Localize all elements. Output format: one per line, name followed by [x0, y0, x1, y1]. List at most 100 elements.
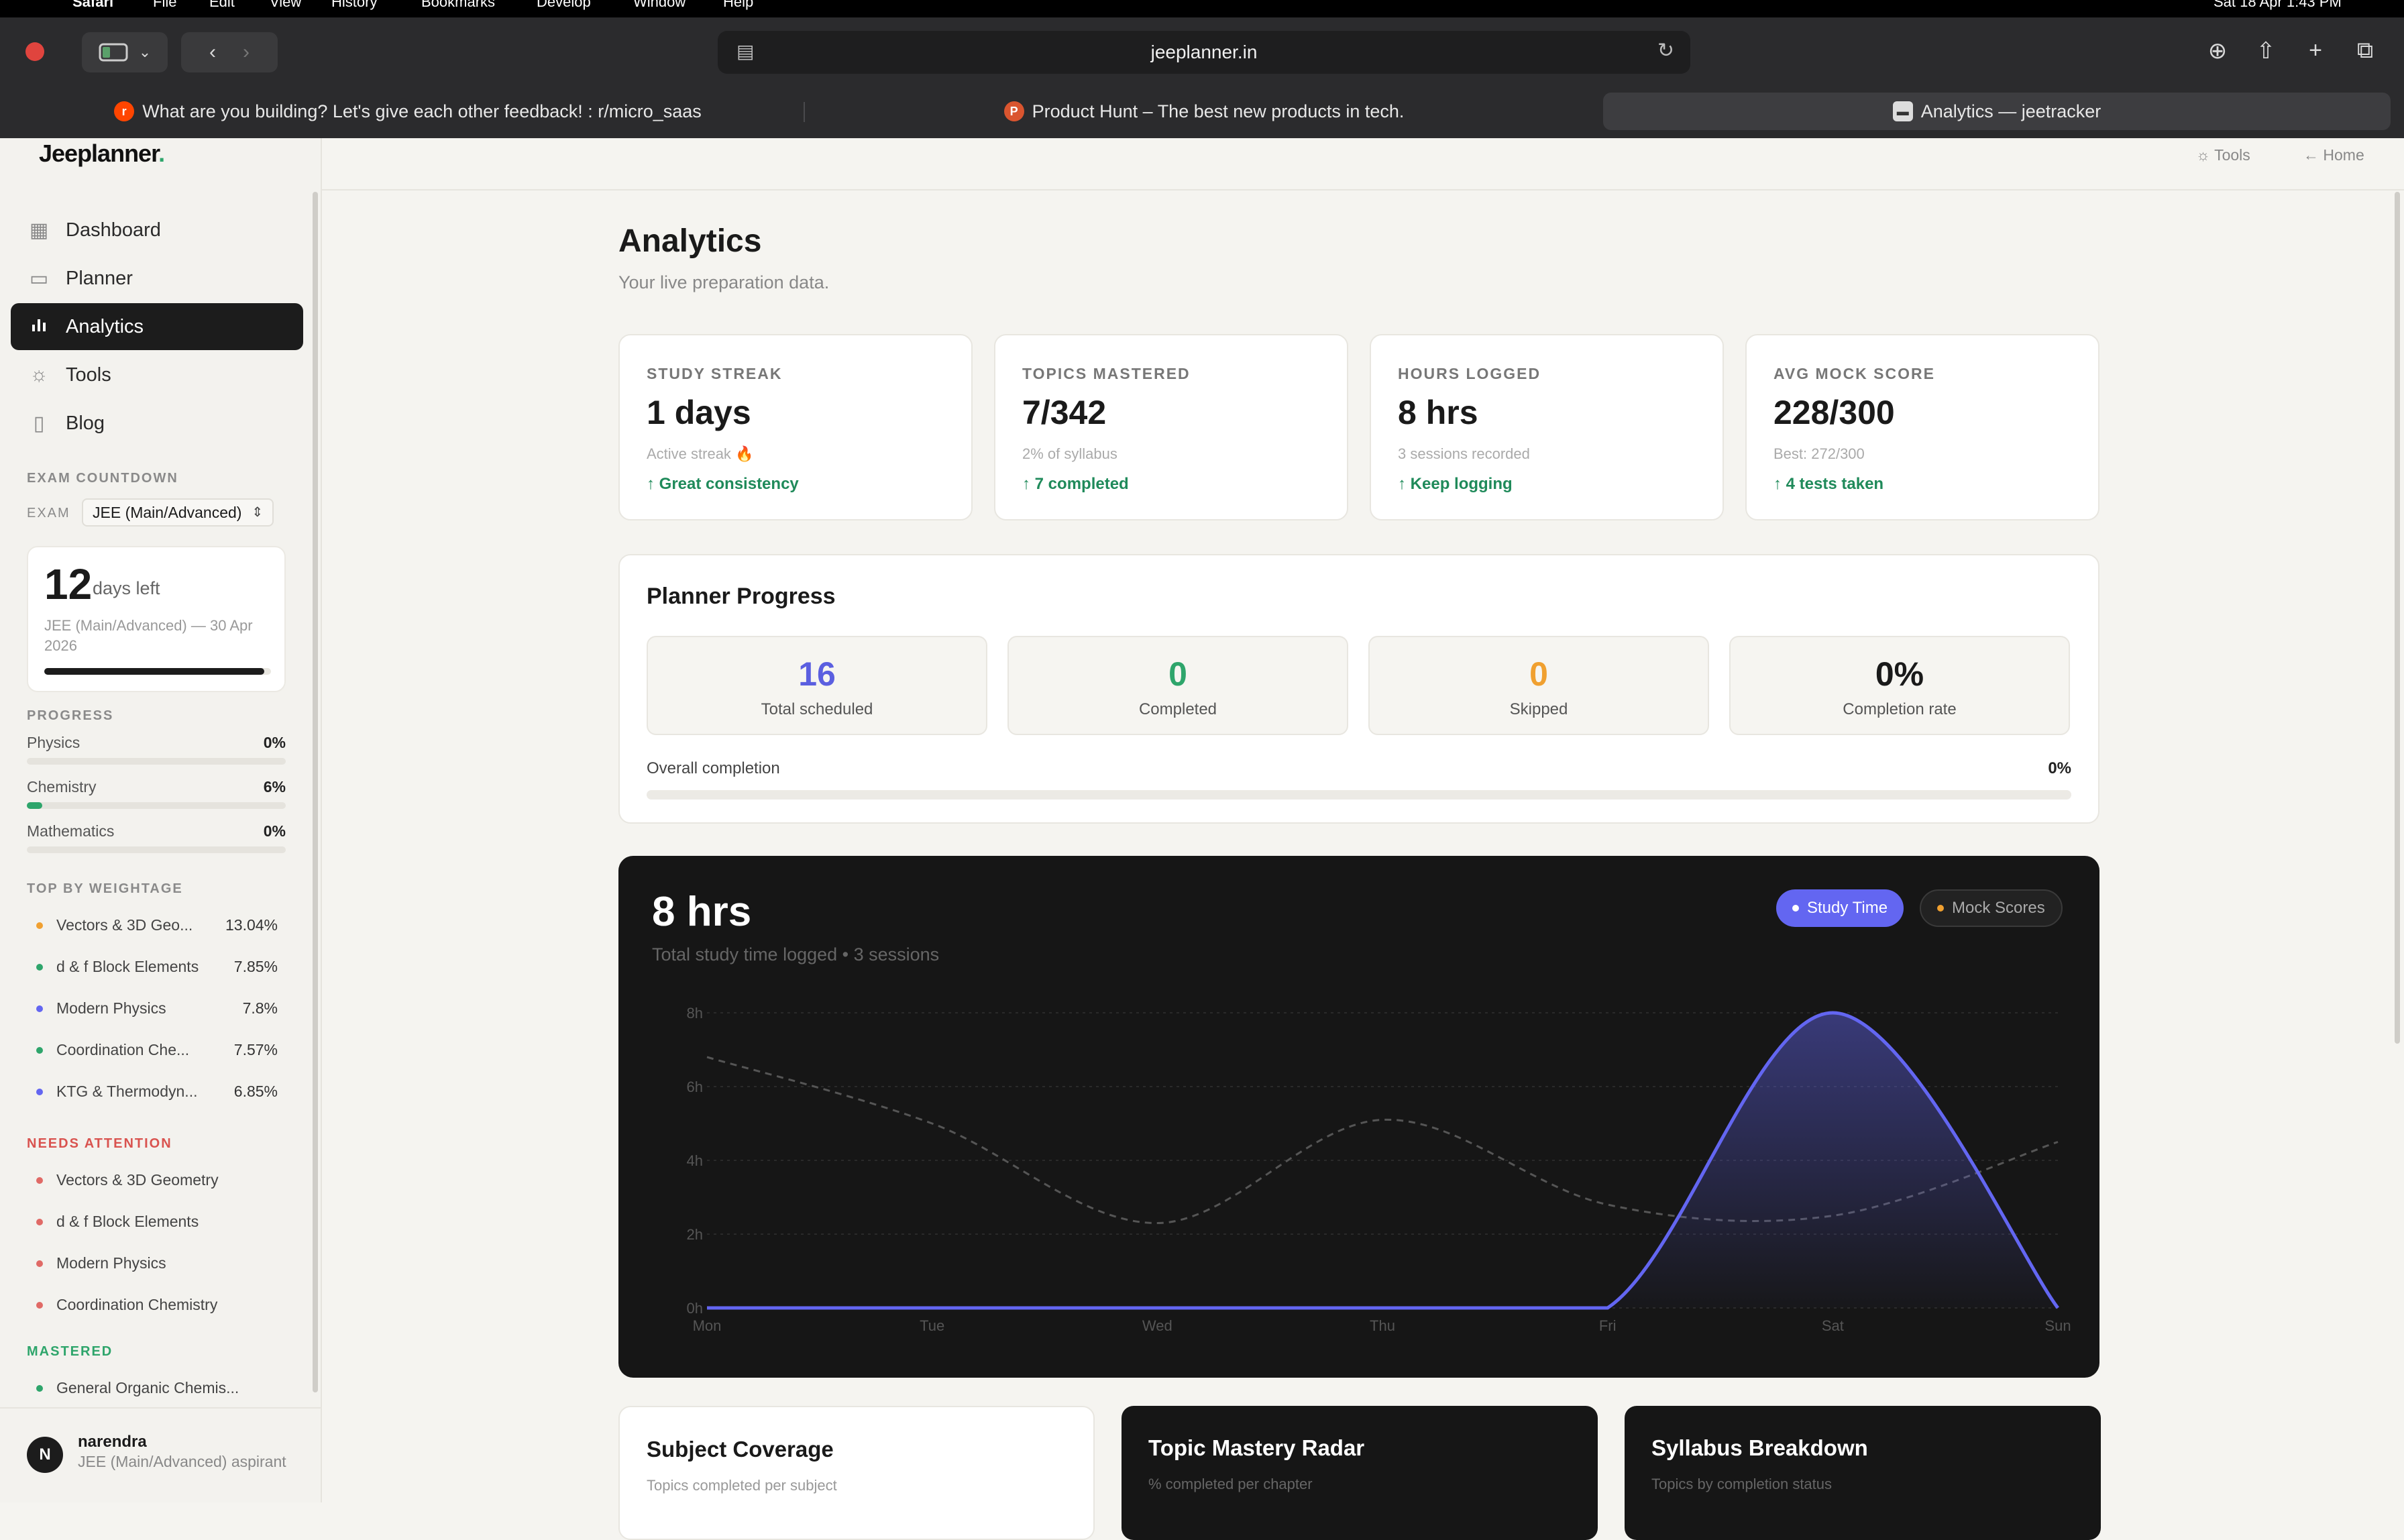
browser-toolbar: ⌄ ‹ › ▤ jeeplanner.in ↻ ⊕ ⇧ + ⧉	[0, 17, 2404, 87]
calendar-icon: ▭	[29, 267, 49, 290]
weightage-value: 13.04%	[225, 916, 278, 934]
sidebar-scrollbar[interactable]	[313, 192, 318, 1392]
updown-chevron-icon: ⇕	[252, 505, 263, 520]
bullet	[36, 1005, 43, 1012]
main-scrollbar[interactable]	[2395, 192, 2400, 1044]
planner-box-value: 0	[1168, 655, 1187, 693]
tab-reddit[interactable]: r What are you building? Let's give each…	[12, 93, 804, 130]
x-tick-label: Tue	[920, 1317, 944, 1334]
forward-icon[interactable]: ›	[243, 41, 250, 64]
y-tick-label: 0h	[687, 1300, 703, 1317]
page: Jeeplanner. ▦ Dashboard ▭ Planner Analyt…	[0, 138, 2404, 1540]
sidebar-item-tools[interactable]: ☼ Tools	[11, 351, 303, 398]
address-bar[interactable]: ▤ jeeplanner.in ↻	[718, 31, 1690, 74]
user-profile[interactable]: N narendra JEE (Main/Advanced) aspirant	[0, 1407, 321, 1502]
attention-item[interactable]: Modern Physics	[36, 1254, 278, 1272]
menu-develop[interactable]: Develop	[537, 0, 591, 11]
planner-box-label: Total scheduled	[761, 700, 873, 718]
tools-link[interactable]: ☼ Tools	[2196, 146, 2250, 164]
weightage-value: 6.85%	[233, 1083, 278, 1100]
tab-bar: r What are you building? Let's give each…	[0, 87, 2404, 138]
attention-item[interactable]: Coordination Chemistry	[36, 1296, 278, 1314]
sun-icon: ☼	[30, 364, 48, 386]
weightage-value: 7.85%	[233, 958, 278, 975]
weightage-heading: TOP BY WEIGHTAGE	[27, 881, 183, 896]
needs-attention-heading: NEEDS ATTENTION	[27, 1136, 172, 1151]
menu-window[interactable]: Window	[633, 0, 686, 11]
browser-chrome: ⌄ ‹ › ▤ jeeplanner.in ↻ ⊕ ⇧ + ⧉ r What a…	[0, 17, 2404, 138]
logo-dot: .	[158, 140, 165, 167]
sidebar-icon	[99, 43, 128, 62]
close-window-button[interactable]	[25, 42, 44, 61]
tools-link-label: Tools	[2214, 146, 2250, 164]
menu-app[interactable]: Safari	[72, 0, 113, 11]
downloads-icon[interactable]: ⊕	[2203, 38, 2232, 64]
menu-file[interactable]: File	[153, 0, 176, 11]
back-icon[interactable]: ‹	[209, 41, 216, 64]
tab-separator	[804, 102, 805, 122]
mastered-name: General Organic Chemis...	[56, 1379, 239, 1396]
mastered-item[interactable]: General Organic Chemis...	[36, 1379, 278, 1397]
countdown-subtitle: JEE (Main/Advanced) — 30 Apr 2026	[44, 617, 253, 654]
reload-icon[interactable]: ↻	[1657, 39, 1674, 62]
page-title: Analytics	[618, 223, 762, 259]
card-subtitle: Topics by completion status	[1651, 1476, 1833, 1492]
weightage-item[interactable]: Modern Physics 7.8%	[36, 999, 278, 1018]
progress-name: Chemistry	[27, 778, 97, 795]
sidebar-item-dashboard[interactable]: ▦ Dashboard	[11, 207, 303, 254]
planner-box-label: Skipped	[1509, 700, 1568, 718]
logo[interactable]: Jeeplanner.	[39, 140, 165, 168]
weightage-item[interactable]: d & f Block Elements 7.85%	[36, 958, 278, 976]
home-link[interactable]: ← Home	[2303, 146, 2364, 164]
sidebar-item-blog[interactable]: ▯ Blog	[11, 400, 303, 447]
url-text: jeeplanner.in	[1150, 42, 1258, 62]
card-title: Subject Coverage	[647, 1437, 834, 1462]
page-settings-icon[interactable]: ▤	[736, 40, 754, 62]
menu-help[interactable]: Help	[723, 0, 753, 11]
attention-name: Vectors & 3D Geometry	[56, 1171, 219, 1189]
planner-box-value: 0	[1529, 655, 1548, 693]
sidebar-item-label: Blog	[66, 412, 105, 434]
user-subtitle: JEE (Main/Advanced) aspirant	[78, 1453, 286, 1470]
stat-value: 7/342	[1022, 394, 1107, 431]
sidebar-item-planner[interactable]: ▭ Planner	[11, 255, 303, 302]
exam-select[interactable]: JEE (Main/Advanced) ⇕	[82, 498, 274, 527]
sidebar-item-label: Planner	[66, 267, 133, 289]
x-tick-label: Sat	[1822, 1317, 1844, 1334]
tab-producthunt[interactable]: P Product Hunt – The best new products i…	[812, 93, 1596, 130]
sidebar-item-label: Tools	[66, 364, 111, 386]
study-time-chart-card: 8 hrs Total study time logged • 3 sessio…	[618, 856, 2099, 1378]
tab-analytics[interactable]: ▬ Analytics — jeetracker	[1603, 93, 2391, 130]
attention-item[interactable]: d & f Block Elements	[36, 1213, 278, 1231]
attention-item[interactable]: Vectors & 3D Geometry	[36, 1171, 278, 1189]
planner-box-rate: 0% Completion rate	[1729, 636, 2070, 735]
menu-edit[interactable]: Edit	[209, 0, 235, 11]
menu-view[interactable]: View	[270, 0, 301, 11]
weightage-value: 7.8%	[242, 999, 278, 1017]
stat-sub: 3 sessions recorded	[1398, 445, 1530, 462]
weightage-item[interactable]: Vectors & 3D Geo... 13.04%	[36, 916, 278, 934]
subject-coverage-card: Subject Coverage Topics completed per su…	[618, 1406, 1095, 1540]
menu-history[interactable]: History	[331, 0, 377, 11]
stat-label: STUDY STREAK	[647, 365, 783, 382]
overall-completion-percent: 0%	[2048, 759, 2071, 777]
reddit-icon: r	[114, 101, 135, 121]
menu-bookmarks[interactable]: Bookmarks	[421, 0, 495, 11]
planner-box-scheduled: 16 Total scheduled	[647, 636, 987, 735]
weightage-name: Vectors & 3D Geo...	[56, 916, 193, 934]
sidebar-toggle-button[interactable]: ⌄	[82, 32, 168, 72]
card-subtitle: Topics completed per subject	[647, 1477, 837, 1494]
overall-completion-bar	[647, 790, 2071, 800]
avatar: N	[27, 1437, 63, 1473]
countdown-progress	[44, 668, 271, 675]
weightage-item[interactable]: Coordination Che... 7.57%	[36, 1041, 278, 1059]
stat-value: 1 days	[647, 394, 751, 431]
share-icon[interactable]: ⇧	[2251, 38, 2281, 64]
new-tab-icon[interactable]: +	[2301, 38, 2330, 64]
sidebar-item-analytics[interactable]: Analytics	[11, 303, 303, 350]
tab-overview-icon[interactable]: ⧉	[2350, 38, 2380, 64]
study-time-chart: 0h 2h 4h 6h 8h Mon Tue Wed Thu Fri Sat Sun	[687, 1005, 2071, 1334]
sidebar: Jeeplanner. ▦ Dashboard ▭ Planner Analyt…	[0, 138, 322, 1502]
exam-label: EXAM	[27, 506, 70, 520]
weightage-item[interactable]: KTG & Thermodyn... 6.85%	[36, 1083, 278, 1101]
